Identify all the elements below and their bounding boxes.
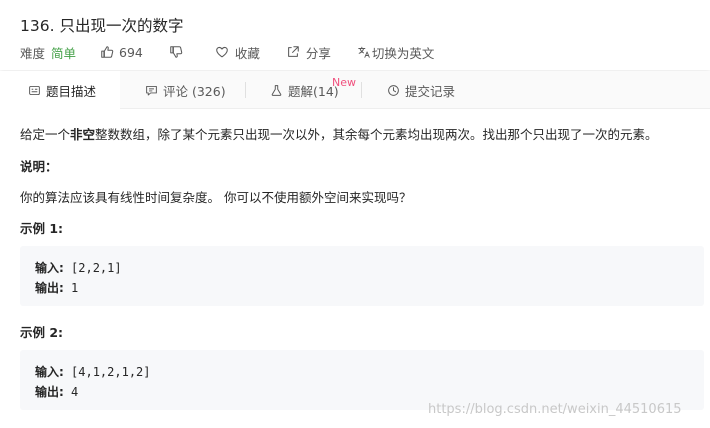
clock-icon xyxy=(387,84,405,97)
heart-icon xyxy=(215,45,229,59)
input-value: [4,1,2,1,2] xyxy=(63,365,151,379)
tab-description[interactable]: 题目描述 xyxy=(0,71,120,110)
problem-statement: 给定一个非空整数数组，除了某个元素只出现一次以外，其余每个元素均出现两次。找出那… xyxy=(20,124,658,143)
input-value: [2,2,1] xyxy=(63,261,122,275)
new-badge: New xyxy=(332,76,356,89)
share-button[interactable]: 分享 xyxy=(286,43,331,62)
tab-solutions[interactable]: 题解(14) xyxy=(270,71,339,109)
example-2-code: 输入: [4,1,2,1,2] 输出: 4 xyxy=(20,350,704,410)
share-icon xyxy=(286,45,300,59)
translate-icon xyxy=(357,45,371,59)
tab-description-label: 题目描述 xyxy=(46,84,97,99)
translate-label: 切换为英文 xyxy=(371,45,435,61)
tab-comments-label: 评论 (326) xyxy=(163,83,226,99)
favorite-button[interactable]: 收藏 xyxy=(215,43,260,62)
tab-submissions-label: 提交记录 xyxy=(405,83,456,99)
difficulty-value: 简单 xyxy=(51,45,77,61)
note-heading: 说明： xyxy=(20,159,58,174)
output-label: 输出: xyxy=(35,281,64,295)
difficulty-label: 难度 xyxy=(20,45,46,61)
flask-icon xyxy=(270,84,288,97)
example-1-heading: 示例 1: xyxy=(20,221,64,236)
problem-title: 136. 只出现一次的数字 xyxy=(20,17,184,35)
thumbs-down-icon xyxy=(169,45,183,59)
input-label: 输入: xyxy=(35,365,64,379)
example-2-output: 输出: 4 xyxy=(35,383,78,400)
problem-meta-bar: 难度 简单 694 收藏 分享 切换为英文 xyxy=(20,43,434,61)
translate-button[interactable]: 切换为英文 xyxy=(357,43,435,62)
example-2-input: 输入: [4,1,2,1,2] xyxy=(35,363,151,380)
output-value: 4 xyxy=(63,385,79,399)
tab-comments[interactable]: 评论 (326) xyxy=(145,71,226,109)
output-label: 输出: xyxy=(35,385,64,399)
tab-submissions[interactable]: 提交记录 xyxy=(387,71,455,109)
note-text: 你的算法应该具有线性时间复杂度。 你可以不使用额外空间来实现吗？ xyxy=(20,190,412,205)
example-1-input: 输入: [2,2,1] xyxy=(35,259,122,276)
statement-text-pre: 给定一个 xyxy=(20,127,71,142)
thumbs-up-icon xyxy=(100,45,114,59)
comment-icon xyxy=(145,84,163,97)
like-count: 694 xyxy=(119,44,143,60)
share-label: 分享 xyxy=(305,45,331,61)
problem-header: 136. 只出现一次的数字 难度 简单 694 收藏 分享 切换为英文 xyxy=(0,0,710,70)
statement-text-post: 整数数组，除了某个元素只出现一次以外，其余每个元素均出现两次。找出那个只出现了一… xyxy=(95,127,658,142)
example-1-output: 输出: 1 xyxy=(35,279,78,296)
favorite-label: 收藏 xyxy=(234,45,260,61)
example-1-code: 输入: [2,2,1] 输出: 1 xyxy=(20,246,704,306)
description-icon xyxy=(28,84,46,97)
output-value: 1 xyxy=(63,281,79,295)
watermark: https://blog.csdn.net/weixin_44510615 xyxy=(428,402,682,417)
statement-text-bold: 非空 xyxy=(70,127,96,142)
example-2-heading: 示例 2: xyxy=(20,325,64,340)
tab-divider xyxy=(361,82,362,98)
like-button[interactable]: 694 xyxy=(100,45,143,60)
tab-divider xyxy=(245,82,246,98)
input-label: 输入: xyxy=(35,261,64,275)
dislike-button[interactable] xyxy=(169,45,183,59)
